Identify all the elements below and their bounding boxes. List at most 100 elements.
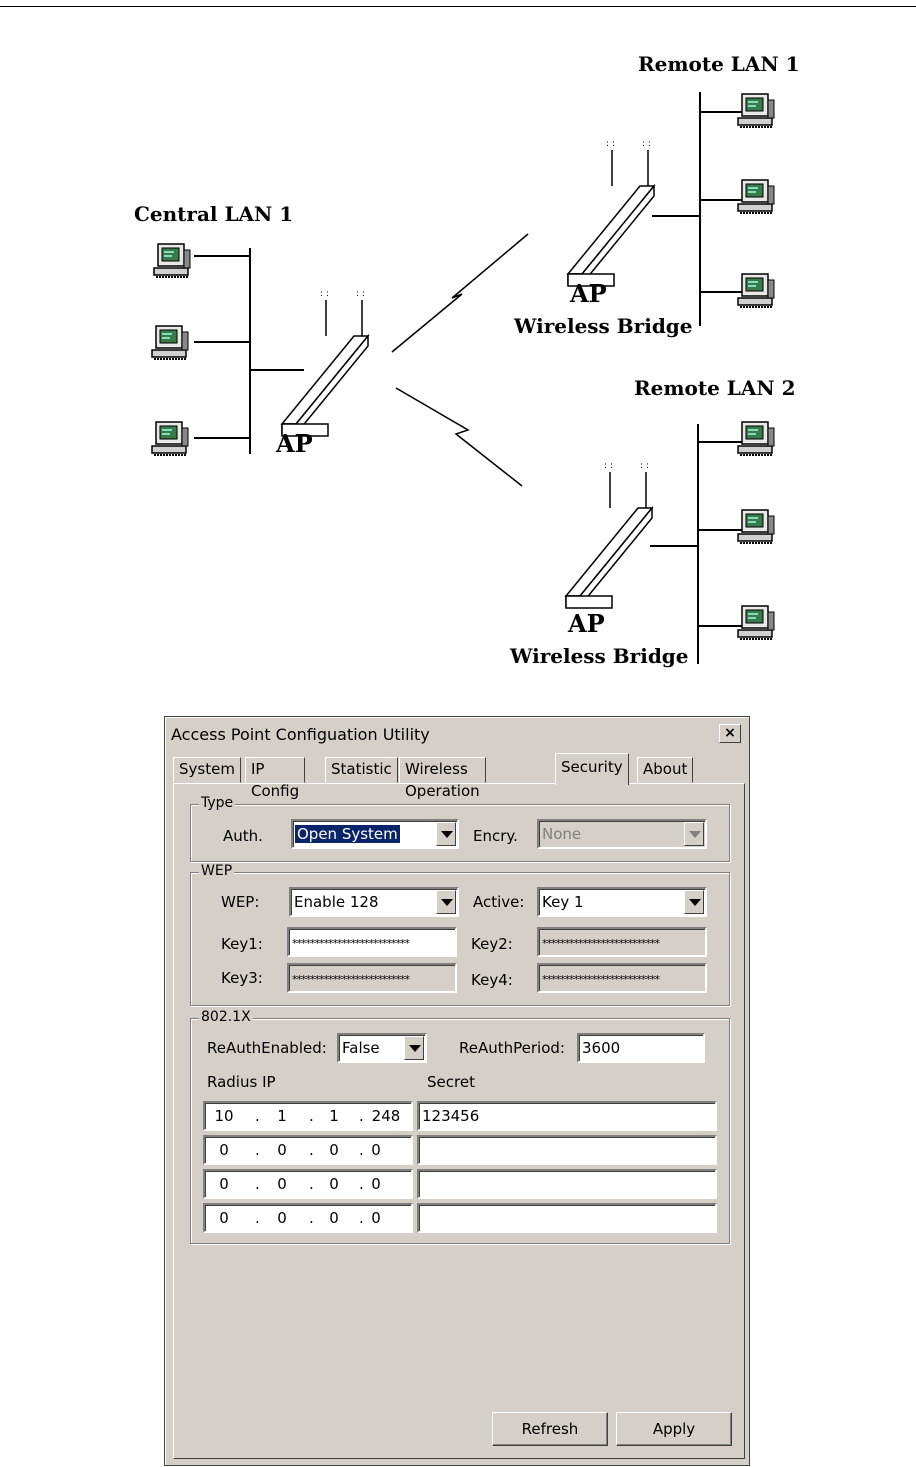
active-key-select-value: Key 1 [542,893,584,911]
refresh-button[interactable]: Refresh [492,1412,608,1446]
radius-secret-value: 123456 [422,1107,480,1125]
reauth-enabled-value: False [342,1039,380,1057]
ip-dot: . [309,1107,314,1125]
remote-1-ap-label: AP [570,279,607,308]
encry-select-value: None [542,825,582,843]
radius-ip-field[interactable]: 0 . 0 . 0 . 0 [203,1135,413,1165]
chevron-down-icon[interactable] [404,1036,424,1060]
key1-value: ************************** [292,937,410,950]
network-diagram: : : : : [122,30,808,680]
dot1x-group: 802.1X ReAuthEnabled: False ReAuthPeriod… [190,1009,730,1244]
key4-field[interactable]: ************************** [537,963,707,993]
ip-octet: 0 [277,1209,287,1227]
tab-about[interactable]: About [637,757,694,783]
radius-ip-field[interactable]: 10 . 1 . 1 . 248 [203,1101,413,1131]
ip-dot: . [255,1209,260,1227]
central-lan-title: Central LAN 1 [134,202,294,226]
auth-select-value: Open System [295,825,400,843]
security-panel: Type Auth. Open System Encry. None WEP W… [173,783,745,1459]
auth-label: Auth. [223,827,263,845]
tab-wireless-operation[interactable]: Wireless Operation [399,757,486,800]
remote-1-bridge-label: Wireless Bridge [514,314,693,338]
key3-field[interactable]: ************************** [287,963,457,993]
reauth-enabled-select[interactable]: False [337,1033,427,1063]
ip-octet: 0 [371,1209,381,1227]
central-ap-label: AP [276,429,313,458]
chevron-down-icon[interactable] [436,890,456,914]
remote-lan-1-title: Remote LAN 1 [638,52,800,76]
dot1x-group-legend: 802.1X [199,1009,253,1025]
ip-octet: 10 [214,1107,234,1125]
ip-octet: 0 [219,1141,229,1159]
key3-value: ************************** [292,973,410,986]
remote-lan-2-title: Remote LAN 2 [634,376,796,400]
wep-label: WEP: [221,893,260,911]
key2-field[interactable]: ************************** [537,927,707,957]
ip-dot: . [255,1141,260,1159]
ip-octet: 0 [371,1141,381,1159]
reauth-period-label: ReAuthPeriod: [459,1039,565,1057]
tab-statistic[interactable]: Statistic [325,757,398,783]
radius-secret-field[interactable]: 123456 [417,1101,717,1131]
remote-2-bridge-label: Wireless Bridge [510,644,689,668]
remote-2-ap-label: AP [568,609,605,638]
ip-octet: 0 [277,1175,287,1193]
close-button[interactable]: × [719,724,741,743]
ip-dot: . [359,1107,364,1125]
ip-dot: . [255,1107,260,1125]
ip-octet: 1 [277,1107,287,1125]
ap-config-dialog: Access Point Configuation Utility × Syst… [164,716,750,1466]
chevron-down-icon[interactable] [436,822,456,846]
active-key-select[interactable]: Key 1 [537,887,707,917]
apply-button[interactable]: Apply [616,1412,732,1446]
encry-select[interactable]: None [537,819,707,849]
reauth-enabled-label: ReAuthEnabled: [207,1039,327,1057]
tab-ip-config[interactable]: IP Config [245,757,306,800]
radius-secret-field[interactable] [417,1203,717,1233]
close-icon: × [724,725,736,741]
key3-label: Key3: [221,969,263,987]
key4-value: ************************** [542,973,660,986]
ip-octet: 0 [219,1209,229,1227]
ip-octet: 0 [329,1141,339,1159]
chevron-down-icon[interactable] [684,890,704,914]
wep-select-value: Enable 128 [294,893,379,911]
ip-octet: 0 [277,1141,287,1159]
radius-ip-field[interactable]: 0 . 0 . 0 . 0 [203,1169,413,1199]
encry-label: Encry. [473,827,518,845]
radius-ip-field[interactable]: 0 . 0 . 0 . 0 [203,1203,413,1233]
secret-header: Secret [427,1073,475,1091]
ip-octet: 0 [329,1175,339,1193]
ip-dot: . [309,1209,314,1227]
radius-ip-header: Radius IP [207,1073,276,1091]
type-group: Type Auth. Open System Encry. None [190,795,730,862]
dialog-title: Access Point Configuation Utility [171,725,430,744]
key4-label: Key4: [471,971,513,989]
tab-system[interactable]: System [173,757,241,783]
wep-group-legend: WEP [199,863,235,879]
auth-select[interactable]: Open System [291,819,459,849]
ip-octet: 0 [371,1175,381,1193]
diagram-lines: : : : : [151,92,775,664]
tab-security[interactable]: Security [555,753,629,785]
wep-group: WEP WEP: Enable 128 Active: Key 1 Key1: … [190,863,730,1006]
page-top-rule [0,6,916,7]
chevron-down-icon[interactable] [684,822,704,846]
ip-octet: 0 [329,1209,339,1227]
reauth-period-value: 3600 [582,1039,621,1057]
key2-label: Key2: [471,935,513,953]
ip-dot: . [309,1141,314,1159]
radius-secret-field[interactable] [417,1169,717,1199]
type-group-legend: Type [199,795,236,811]
reauth-period-field[interactable]: 3600 [577,1033,705,1063]
ip-octet: 0 [219,1175,229,1193]
ip-octet: 1 [329,1107,339,1125]
key1-label: Key1: [221,935,263,953]
key1-field[interactable]: ************************** [287,927,457,957]
wep-select[interactable]: Enable 128 [289,887,459,917]
ip-dot: . [255,1175,260,1193]
ip-dot: . [309,1175,314,1193]
dialog-titlebar: Access Point Configuation Utility × [167,719,747,749]
active-key-label: Active: [473,893,525,911]
radius-secret-field[interactable] [417,1135,717,1165]
